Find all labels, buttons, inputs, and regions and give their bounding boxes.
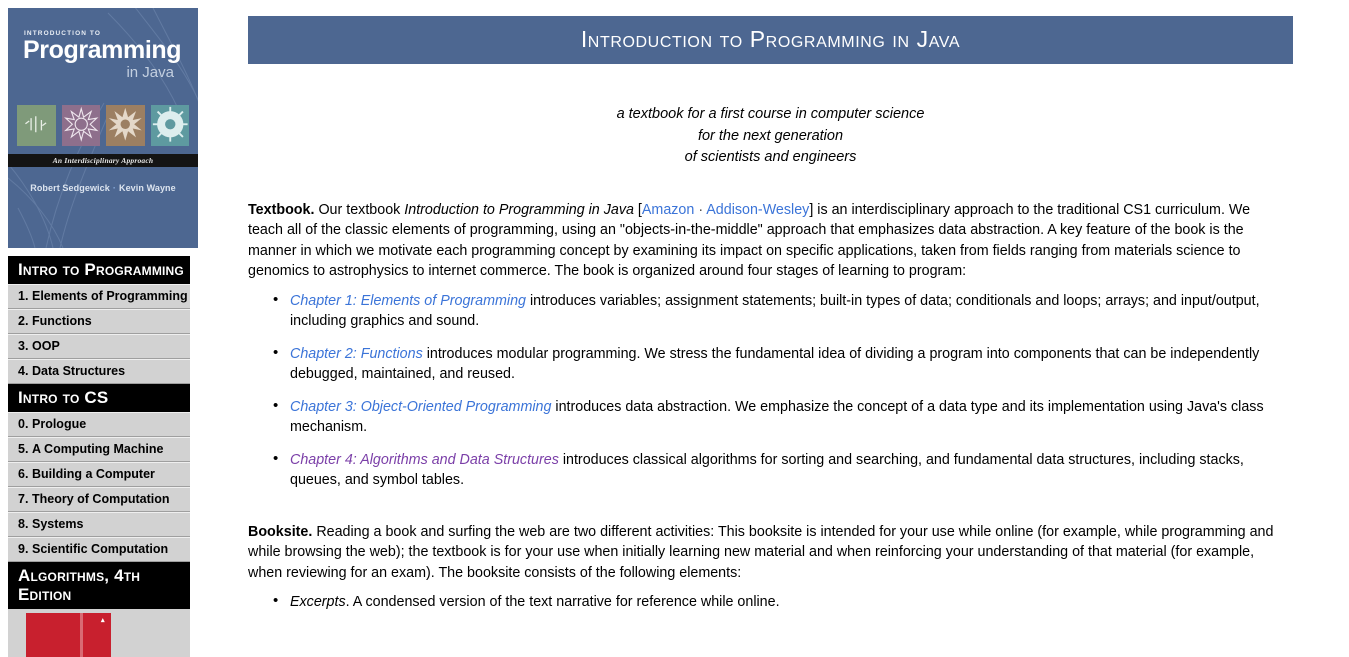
sidebar-item-systems[interactable]: 8. Systems <box>8 512 190 537</box>
tagline-line-2: for the next generation <box>697 127 844 144</box>
sidebar-item-label: Elements of Programming <box>32 289 188 303</box>
sidebar-item-label: OOP <box>32 339 60 353</box>
chapter-3-link[interactable]: Chapter 3: Object-Oriented Programming <box>290 399 551 415</box>
sidebar-item-number: 8. <box>18 517 29 531</box>
textbook-lead: Textbook. <box>248 201 315 218</box>
cover-author-1: Robert Sedgewick <box>30 183 110 193</box>
list-item: Chapter 3: Object-Oriented Programming i… <box>273 396 1283 438</box>
sidebar-item-theory-of-computation[interactable]: 7. Theory of Computation <box>8 487 190 512</box>
list-item: Excerpts. A condensed version of the tex… <box>273 591 1283 613</box>
chapter-list: Chapter 1: Elements of Programming intro… <box>248 290 1283 491</box>
sidebar-item-number: 2. <box>18 314 29 328</box>
sidebar-nav: Intro to Programming 1. Elements of Progr… <box>0 256 198 657</box>
sidebar-item-label: Prologue <box>32 417 87 431</box>
sidebar-item-number: 7. <box>18 492 29 506</box>
cover-tile-3 <box>106 105 145 146</box>
list-item: Chapter 1: Elements of Programming intro… <box>273 290 1283 332</box>
amazon-link[interactable]: Amazon <box>642 202 694 218</box>
sidebar-item-label: Building a Computer <box>32 467 155 481</box>
list-item: Chapter 4: Algorithms and Data Structure… <box>273 449 1283 491</box>
booksite-element-list: Excerpts. A condensed version of the tex… <box>248 591 1283 613</box>
cover-title: Programming <box>23 36 182 64</box>
page-root: INTRODUCTION TO Programming in Java An I… <box>0 0 1349 657</box>
sidebar-item-building-a-computer[interactable]: 6. Building a Computer <box>8 462 190 487</box>
sidebar-item-number: 9. <box>18 542 29 556</box>
cover-authors: Robert Sedgewick · Kevin Wayne <box>8 167 198 193</box>
sidebar-item-number: 1. <box>18 289 29 303</box>
algorithms-cover-spine <box>80 613 83 657</box>
algorithms-book-cover-image[interactable]: ▴ <box>8 609 190 657</box>
sidebar-item-a-computing-machine[interactable]: 5. A Computing Machine <box>8 437 190 462</box>
booksite-lead: Booksite. <box>248 523 313 540</box>
cover-band: An Interdisciplinary Approach <box>8 154 198 167</box>
booksite-item-excerpts-term: Excerpts <box>290 594 346 610</box>
sidebar-item-oop[interactable]: 3. OOP <box>8 334 190 359</box>
content-body: Textbook. Our textbook Introduction to P… <box>248 200 1283 613</box>
algorithms-cover-mark-icon: ▴ <box>101 617 105 624</box>
sidebar-item-label: Scientific Computation <box>32 542 169 556</box>
sidebar-item-label: Functions <box>32 314 92 328</box>
cover-tile-row <box>8 105 198 146</box>
chapter-1-link[interactable]: Chapter 1: Elements of Programming <box>290 293 526 309</box>
list-item: Chapter 2: Functions introduces modular … <box>273 343 1283 385</box>
sidebar-item-number: 3. <box>18 339 29 353</box>
sidebar-item-prologue[interactable]: 0. Prologue <box>8 412 190 437</box>
sidebar-item-number: 5. <box>18 442 29 456</box>
sidebar-item-label: Systems <box>32 517 84 531</box>
link-separator: · <box>694 201 707 218</box>
sidebar-item-elements-of-programming[interactable]: 1. Elements of Programming <box>8 284 190 309</box>
algorithms-cover-front <box>26 613 111 657</box>
cover-tile-2 <box>61 105 100 146</box>
sidebar-section-header-algorithms-4th-edition: Algorithms, 4th Edition <box>8 562 190 609</box>
book-cover-image[interactable]: INTRODUCTION TO Programming in Java An I… <box>8 8 198 248</box>
cover-tile-4 <box>150 105 189 146</box>
cover-band-text: An Interdisciplinary Approach <box>52 156 154 165</box>
main-content: Introduction to Programming in Java a te… <box>198 0 1349 638</box>
sidebar-item-label: Data Structures <box>32 364 126 378</box>
chapter-2-link[interactable]: Chapter 2: Functions <box>290 346 423 362</box>
textbook-part1: Our textbook <box>314 201 405 218</box>
sidebar-item-label: Theory of Computation <box>32 492 170 506</box>
booksite-item-excerpts-text: . A condensed version of the text narrat… <box>345 594 780 610</box>
sidebar-item-scientific-computation[interactable]: 9. Scientific Computation <box>8 537 190 562</box>
cover-tile-1 <box>17 105 56 146</box>
sidebar: INTRODUCTION TO Programming in Java An I… <box>0 0 198 657</box>
booksite-paragraph: Booksite. Reading a book and surfing the… <box>248 522 1283 584</box>
addison-wesley-link[interactable]: Addison-Wesley <box>706 202 809 218</box>
cover-subtitle: in Java <box>126 64 174 81</box>
chapter-2-text: introduces modular programming. We stres… <box>290 345 1260 383</box>
textbook-paragraph: Textbook. Our textbook Introduction to P… <box>248 200 1283 282</box>
tagline-line-1: a textbook for a first course in compute… <box>616 106 925 122</box>
cover-author-2: Kevin Wayne <box>118 183 176 193</box>
page-title: Introduction to Programming in Java <box>248 16 1293 64</box>
sidebar-item-number: 4. <box>18 364 29 378</box>
chapter-4-link[interactable]: Chapter 4: Algorithms and Data Structure… <box>290 452 559 468</box>
sidebar-section-header-intro-to-programming: Intro to Programming <box>8 256 190 284</box>
booksite-text: Reading a book and surfing the web are t… <box>248 523 1274 581</box>
tagline-line-3: of scientists and engineers <box>684 149 857 165</box>
sidebar-item-data-structures[interactable]: 4. Data Structures <box>8 359 190 384</box>
sidebar-item-label: A Computing Machine <box>32 442 164 456</box>
tagline: a textbook for a first course in compute… <box>248 104 1293 169</box>
sidebar-item-number: 0. <box>18 417 29 431</box>
textbook-bracket-open: [ <box>633 201 642 218</box>
sidebar-item-number: 6. <box>18 467 29 481</box>
sidebar-item-functions[interactable]: 2. Functions <box>8 309 190 334</box>
sidebar-section-header-intro-to-cs: Intro to CS <box>8 384 190 412</box>
textbook-book-title: Introduction to Programming in Java <box>404 201 634 218</box>
cover-author-separator: · <box>112 183 116 193</box>
cover-title-block: INTRODUCTION TO Programming in Java <box>8 8 198 103</box>
